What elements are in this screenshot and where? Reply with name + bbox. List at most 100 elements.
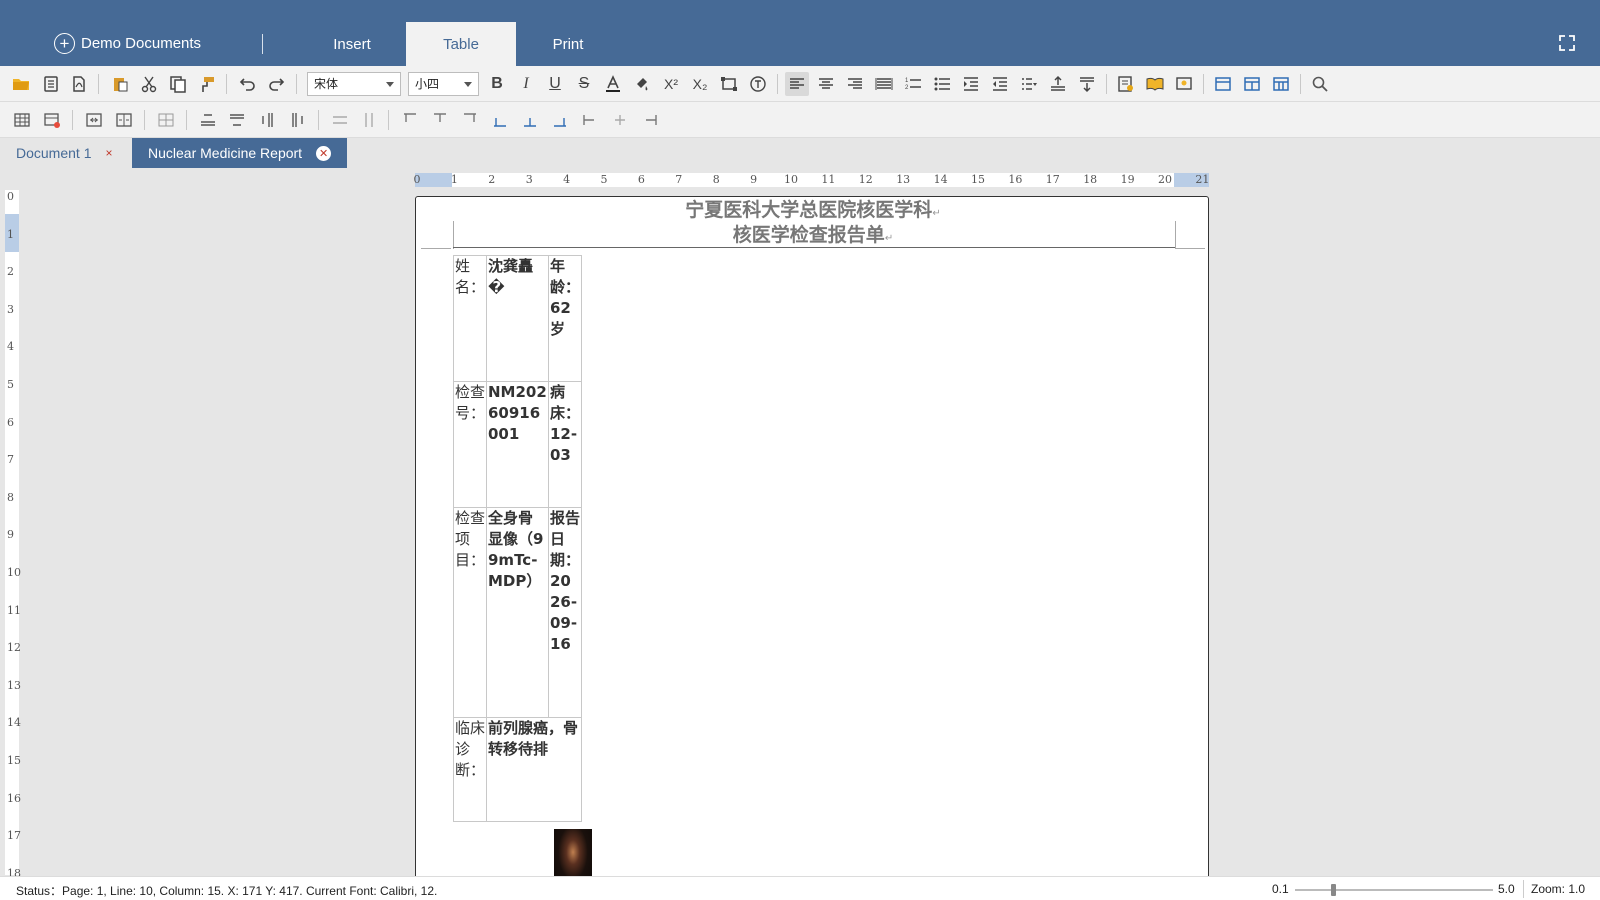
font-color-icon[interactable] [601, 72, 625, 96]
underline-icon[interactable]: U [543, 72, 567, 96]
ruler-margin-left [415, 173, 452, 187]
indent-increase-icon[interactable] [959, 72, 983, 96]
ruler-tick: 20 [1158, 173, 1172, 186]
table-borders-icon[interactable] [154, 108, 178, 132]
fullscreen-icon[interactable] [1558, 34, 1576, 52]
layout-triple-icon[interactable] [1269, 72, 1293, 96]
text-box-icon[interactable] [717, 72, 741, 96]
name-value[interactable]: 沈龚矗� [486, 255, 549, 382]
bed-value[interactable]: 病床：12-03 [548, 381, 582, 508]
align-top-center-icon[interactable] [428, 108, 452, 132]
align-right-icon[interactable] [843, 72, 867, 96]
search-icon[interactable] [1308, 72, 1332, 96]
insert-column-right-icon[interactable] [285, 108, 309, 132]
patient-info-table[interactable]: 姓名： 沈龚矗� 年龄：62岁 检查号： NM20260916001 病床：12… [453, 255, 582, 822]
align-middle-center-icon[interactable] [608, 108, 632, 132]
toolbar-separator [777, 74, 778, 94]
paragraph-spacing-down-icon[interactable] [1075, 72, 1099, 96]
format-painter-icon[interactable] [195, 72, 219, 96]
chevron-down-icon [386, 82, 394, 87]
age-value[interactable]: 年龄：62岁 [548, 255, 582, 382]
svg-text:2: 2 [905, 85, 909, 91]
page-settings-icon[interactable] [1114, 72, 1138, 96]
open-folder-icon[interactable] [9, 72, 33, 96]
align-center-icon[interactable] [814, 72, 838, 96]
delete-column-icon[interactable] [357, 108, 381, 132]
close-icon[interactable]: × [105, 146, 112, 160]
ruler-tick: 19 [1120, 173, 1135, 186]
font-size-select[interactable]: 小四 [408, 72, 479, 96]
merge-cells-icon[interactable] [82, 108, 106, 132]
demo-documents-button[interactable]: + Demo Documents [54, 31, 201, 55]
paste-icon[interactable] [108, 72, 132, 96]
subscript-icon[interactable]: X₂ [688, 72, 712, 96]
presentation-icon[interactable] [1172, 72, 1196, 96]
layout-double-icon[interactable] [1240, 72, 1264, 96]
tab-print[interactable]: Print [516, 22, 620, 66]
zoom-min-label: 0.1 [1272, 882, 1289, 896]
paragraph-spacing-up-icon[interactable] [1046, 72, 1070, 96]
split-cells-icon[interactable] [112, 108, 136, 132]
toolbar-separator [226, 74, 227, 94]
toolbar-separator [144, 110, 145, 130]
ruler-tick: 4 [7, 340, 14, 354]
zoom-slider[interactable] [1295, 884, 1493, 896]
zoom-slider-handle[interactable] [1331, 884, 1337, 896]
ruler-tick: 14 [933, 173, 948, 186]
numbered-list-icon[interactable]: 12 [901, 72, 925, 96]
tab-nuclear-medicine-report[interactable]: Nuclear Medicine Report ✕ [132, 138, 348, 168]
align-left-icon[interactable] [785, 72, 809, 96]
align-top-right-icon[interactable] [458, 108, 482, 132]
indent-decrease-icon[interactable] [988, 72, 1012, 96]
delete-table-icon[interactable] [40, 108, 64, 132]
diagnosis-label[interactable]: 临床诊断： [453, 717, 487, 822]
highlight-icon[interactable] [630, 72, 654, 96]
tab-table[interactable]: Table [406, 22, 516, 66]
undo-icon[interactable] [236, 72, 260, 96]
tab-document-1[interactable]: Document 1 × [0, 138, 129, 168]
print-icon[interactable] [39, 72, 63, 96]
bold-icon[interactable]: B [485, 72, 509, 96]
exam-item-value[interactable]: 全身骨显像（99mTc-MDP） [486, 507, 549, 718]
exam-number-label[interactable]: 检查号： [453, 381, 487, 508]
text-circle-icon[interactable] [746, 72, 770, 96]
tab-insert[interactable]: Insert [300, 22, 404, 66]
cut-icon[interactable] [137, 72, 161, 96]
bullet-list-icon[interactable] [930, 72, 954, 96]
document-page[interactable]: 宁夏医科大学总医院核医学科↵ 核医学检查报告单↵ 姓名： 沈龚矗� 年龄：62岁… [415, 196, 1209, 886]
layout-single-icon[interactable] [1211, 72, 1235, 96]
vertical-ruler[interactable]: 0 1 2 3 4 5 6 7 8 9 10 11 12 13 14 15 16 17 18 [5, 190, 21, 880]
insert-row-below-icon[interactable] [225, 108, 249, 132]
delete-row-icon[interactable] [328, 108, 352, 132]
ruler-tick: 14 [7, 716, 21, 730]
superscript-icon[interactable]: X² [659, 72, 683, 96]
line-spacing-icon[interactable] [1017, 72, 1041, 96]
read-mode-icon[interactable] [1143, 72, 1167, 96]
insert-column-left-icon[interactable] [256, 108, 280, 132]
insert-table-icon[interactable] [10, 108, 34, 132]
align-middle-right-icon[interactable] [638, 108, 662, 132]
align-bottom-right-icon[interactable] [548, 108, 572, 132]
report-date-value[interactable]: 报告日期：2026-09-16 [548, 507, 582, 718]
horizontal-ruler[interactable]: 0 1 2 3 4 5 6 7 8 9 10 11 12 13 14 15 16 17 18 19 20 21 [414, 173, 1209, 187]
italic-icon[interactable]: I [514, 72, 538, 96]
insert-row-above-icon[interactable] [196, 108, 220, 132]
exam-number-value[interactable]: NM20260916001 [486, 381, 549, 508]
align-top-left-icon[interactable] [398, 108, 422, 132]
redo-icon[interactable] [264, 72, 288, 96]
justify-icon[interactable] [872, 72, 896, 96]
font-family-select[interactable]: 宋体 [307, 72, 401, 96]
strikethrough-icon[interactable]: S [572, 72, 596, 96]
ruler-tick: 15 [971, 173, 985, 186]
close-icon[interactable]: ✕ [316, 145, 332, 161]
copy-icon[interactable] [166, 72, 190, 96]
diagnosis-value[interactable]: 前列腺癌，骨转移待排 [486, 717, 582, 822]
name-label[interactable]: 姓名： [453, 255, 487, 382]
ruler-tick: 16 [1008, 173, 1023, 186]
align-bottom-center-icon[interactable] [518, 108, 542, 132]
exam-item-label[interactable]: 检查项目： [453, 507, 487, 718]
align-bottom-left-icon[interactable] [488, 108, 512, 132]
pdf-export-icon[interactable] [67, 72, 91, 96]
ruler-tick: 0 [7, 190, 14, 203]
align-middle-left-icon[interactable] [578, 108, 602, 132]
